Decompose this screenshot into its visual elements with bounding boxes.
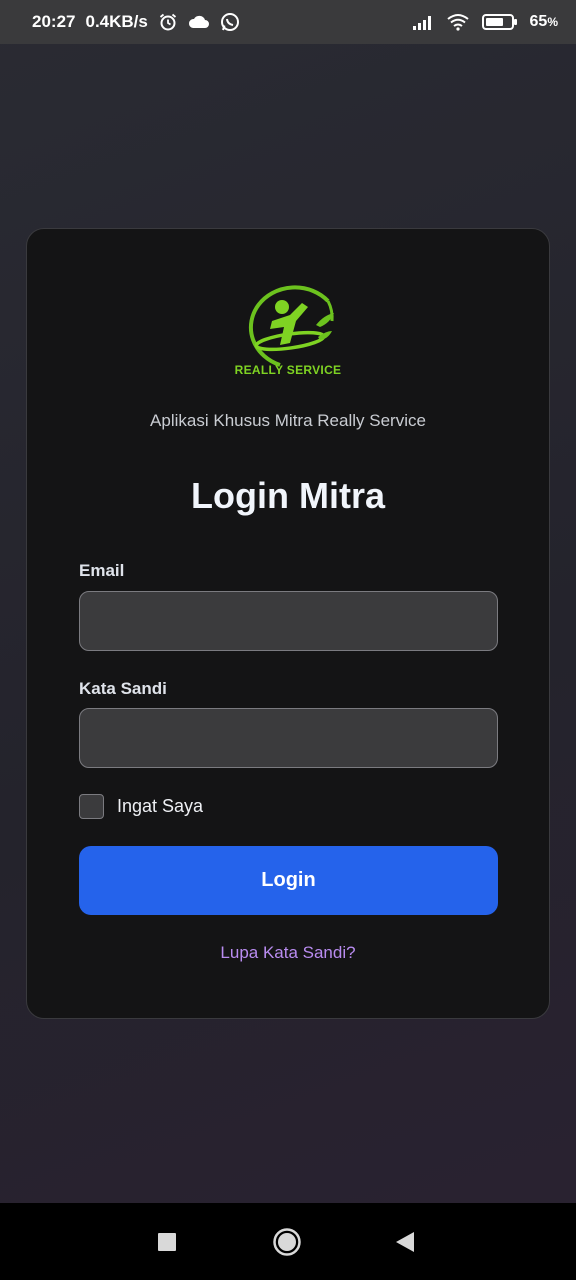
forgot-password-link[interactable]: Lupa Kata Sandi? bbox=[27, 943, 549, 963]
home-icon[interactable] bbox=[272, 1227, 302, 1257]
battery-percent: 65% bbox=[529, 13, 558, 30]
status-left: 20:27 0.4KB/s bbox=[32, 12, 240, 32]
remember-me-label[interactable]: Ingat Saya bbox=[117, 796, 203, 817]
status-right: 65% bbox=[412, 13, 558, 31]
password-label: Kata Sandi bbox=[79, 679, 167, 698]
login-card: REALLY SERVICE Aplikasi Khusus Mitra Rea… bbox=[26, 228, 550, 1019]
really-service-logo-icon bbox=[248, 285, 334, 367]
status-time: 20:27 bbox=[32, 12, 76, 31]
signal-icon bbox=[412, 14, 434, 30]
navigation-bar bbox=[0, 1203, 576, 1280]
alarm-icon bbox=[158, 12, 178, 32]
logo bbox=[27, 285, 549, 369]
whatsapp-icon bbox=[220, 12, 240, 32]
wifi-icon bbox=[446, 13, 470, 31]
page-title: Login Mitra bbox=[191, 475, 385, 516]
remember-me-checkbox[interactable] bbox=[79, 794, 104, 819]
password-field[interactable] bbox=[79, 708, 498, 768]
status-bar: 20:27 0.4KB/s 65% bbox=[0, 0, 576, 44]
recent-apps-icon[interactable] bbox=[157, 1232, 177, 1252]
cloud-icon bbox=[188, 14, 210, 30]
network-speed: 0.4KB/s bbox=[85, 12, 148, 31]
login-button[interactable]: Login bbox=[79, 846, 498, 915]
logo-text: REALLY SERVICE bbox=[234, 363, 342, 377]
subtitle: Aplikasi Khusus Mitra Really Service bbox=[150, 411, 426, 430]
email-label: Email bbox=[79, 561, 125, 580]
email-field[interactable] bbox=[79, 591, 498, 651]
battery-icon bbox=[481, 13, 518, 31]
back-icon[interactable] bbox=[394, 1231, 416, 1253]
